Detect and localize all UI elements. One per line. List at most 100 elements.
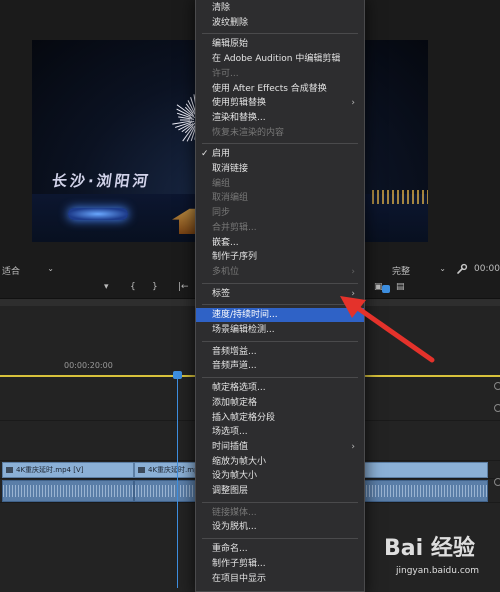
- mark-out-icon[interactable]: }: [152, 282, 158, 292]
- menu-item[interactable]: 设为帧大小: [196, 469, 364, 483]
- menu-separator: [202, 282, 358, 284]
- menu-item-label: 场选项...: [212, 427, 248, 438]
- scroll-handle-icon[interactable]: [494, 404, 500, 412]
- menu-item-label: 速度/持续时间...: [212, 310, 278, 321]
- fx-badge-icon: [6, 467, 13, 473]
- menu-item-label: 重命名...: [212, 544, 248, 555]
- fit-dropdown-label: 适合: [2, 267, 21, 277]
- boat-image: [68, 208, 128, 220]
- menu-item: 合并剪辑...: [196, 221, 364, 235]
- mark-in-icon[interactable]: {: [130, 282, 136, 292]
- menu-item: 取消编组: [196, 191, 364, 205]
- menu-separator: [202, 33, 358, 35]
- menu-item-label: 时间插值: [212, 441, 249, 452]
- menu-item[interactable]: 插入帧定格分段: [196, 411, 364, 425]
- menu-item-label: 设为帧大小: [212, 471, 258, 482]
- video-overlay-text: 长沙·浏阳河: [50, 172, 152, 190]
- menu-separator: [202, 501, 358, 503]
- scroll-handle-icon[interactable]: [494, 382, 500, 390]
- menu-item-label: 使用 After Effects 合成替换: [212, 83, 327, 94]
- menu-item[interactable]: 制作子序列: [196, 250, 364, 264]
- menu-item[interactable]: 渲染和替换...: [196, 111, 364, 125]
- menu-separator: [202, 340, 358, 342]
- scroll-handle-icon[interactable]: [494, 478, 500, 486]
- menu-item-label: 设为脱机...: [212, 522, 257, 533]
- menu-item[interactable]: 取消链接: [196, 162, 364, 176]
- menu-item[interactable]: 制作子剪辑...: [196, 557, 364, 571]
- menu-item-label: 嵌套...: [212, 237, 239, 248]
- menu-separator: [202, 538, 358, 540]
- menu-item-label: 标签: [212, 288, 231, 299]
- menu-item[interactable]: 时间插值 ›: [196, 440, 364, 454]
- menu-item-label: 许可...: [212, 68, 239, 79]
- menu-item: 许可...: [196, 67, 364, 81]
- video-clip[interactable]: 4K重庆延时.mp4 [V]: [2, 462, 134, 478]
- marker-icon[interactable]: ▾: [104, 282, 109, 292]
- baidu-watermark-logo: Bai 经验: [384, 536, 475, 561]
- menu-item: 编组: [196, 177, 364, 191]
- menu-item[interactable]: 帧定格选项...: [196, 381, 364, 395]
- audio-clip[interactable]: [134, 480, 200, 502]
- menu-item-label: 渲染和替换...: [212, 112, 266, 123]
- chevron-right-icon: ›: [351, 266, 355, 277]
- vertical-zoom-scrollbar[interactable]: [494, 382, 500, 502]
- chevron-down-icon: ⌄: [47, 264, 54, 273]
- menu-item: 多机位 ›: [196, 265, 364, 279]
- menu-item-label: 同步: [212, 208, 231, 219]
- menu-item: 链接媒体...: [196, 506, 364, 520]
- audio-clip[interactable]: [2, 480, 134, 502]
- menu-item[interactable]: 清除: [196, 1, 364, 15]
- menu-item-label: 编组: [212, 178, 231, 189]
- clip-label: 4K重庆延时.mp4 [V]: [16, 466, 84, 474]
- menu-item[interactable]: ✓ 启用: [196, 147, 364, 161]
- menu-item-label: 制作子序列: [212, 252, 258, 263]
- menu-item[interactable]: 使用剪辑替换 ›: [196, 96, 364, 110]
- monitor-timecode: 00:00: [474, 264, 500, 274]
- menu-item[interactable]: 编辑原始: [196, 37, 364, 51]
- menu-item[interactable]: 设为脱机...: [196, 520, 364, 534]
- menu-item-label: 清除: [212, 3, 231, 13]
- video-clip[interactable]: 4K重庆延时.mp4 [V]: [134, 462, 200, 478]
- menu-item[interactable]: 嵌套...: [196, 236, 364, 250]
- menu-item-label: 使用剪辑替换: [212, 98, 267, 109]
- chevron-right-icon: ›: [351, 441, 355, 452]
- menu-item[interactable]: 在项目中显示: [196, 572, 364, 586]
- menu-item[interactable]: 添加帧定格: [196, 396, 364, 410]
- menu-item[interactable]: 场选项...: [196, 425, 364, 439]
- menu-item-label: 帧定格选项...: [212, 383, 266, 394]
- fx-badge-icon: [138, 467, 145, 473]
- ruler-timecode: 00:00:20:00: [64, 361, 113, 370]
- menu-item[interactable]: 缩放为帧大小: [196, 455, 364, 469]
- menu-item[interactable]: 在 Adobe Audition 中编辑剪辑: [196, 52, 364, 66]
- menu-item-label: 启用: [212, 149, 231, 160]
- menu-item[interactable]: 波纹删除: [196, 16, 364, 30]
- video-clip[interactable]: [362, 462, 488, 478]
- menu-separator: [202, 377, 358, 379]
- menu-separator: [202, 143, 358, 145]
- fit-dropdown[interactable]: 适合 ⌄: [2, 264, 54, 277]
- menu-item-label: 链接媒体...: [212, 507, 257, 518]
- menu-item-label: 恢复未渲染的内容: [212, 127, 285, 138]
- menu-item[interactable]: 使用 After Effects 合成替换: [196, 82, 364, 96]
- quality-dropdown[interactable]: 完整 ⌄: [392, 264, 446, 277]
- menu-item-label: 波纹删除: [212, 17, 249, 28]
- menu-item-label: 插入帧定格分段: [212, 412, 276, 423]
- menu-item: 恢复未渲染的内容: [196, 126, 364, 140]
- clip-label: 4K重庆延时.mp4 [V]: [148, 466, 200, 474]
- baidu-watermark-url: jingyan.baidu.com: [396, 566, 480, 576]
- menu-item[interactable]: 调整图层: [196, 484, 364, 498]
- checkmark-icon: ✓: [201, 149, 209, 160]
- menu-item-label: 音频声道...: [212, 361, 257, 372]
- go-to-in-icon[interactable]: |←: [178, 282, 189, 292]
- menu-item-label: 取消链接: [212, 164, 249, 174]
- menu-item-label: 编辑原始: [212, 39, 249, 50]
- menu-item-label: 合并剪辑...: [212, 222, 257, 233]
- menu-item-label: 取消编组: [212, 193, 249, 204]
- menu-item[interactable]: 重命名...: [196, 542, 364, 556]
- menu-item-label: 多机位: [212, 266, 240, 277]
- menu-item-label: 制作子剪辑...: [212, 558, 266, 569]
- audio-clip[interactable]: [362, 480, 488, 502]
- chevron-right-icon: ›: [351, 98, 355, 109]
- menu-item-label: 音频增益...: [212, 346, 257, 357]
- wrench-icon[interactable]: [456, 263, 468, 275]
